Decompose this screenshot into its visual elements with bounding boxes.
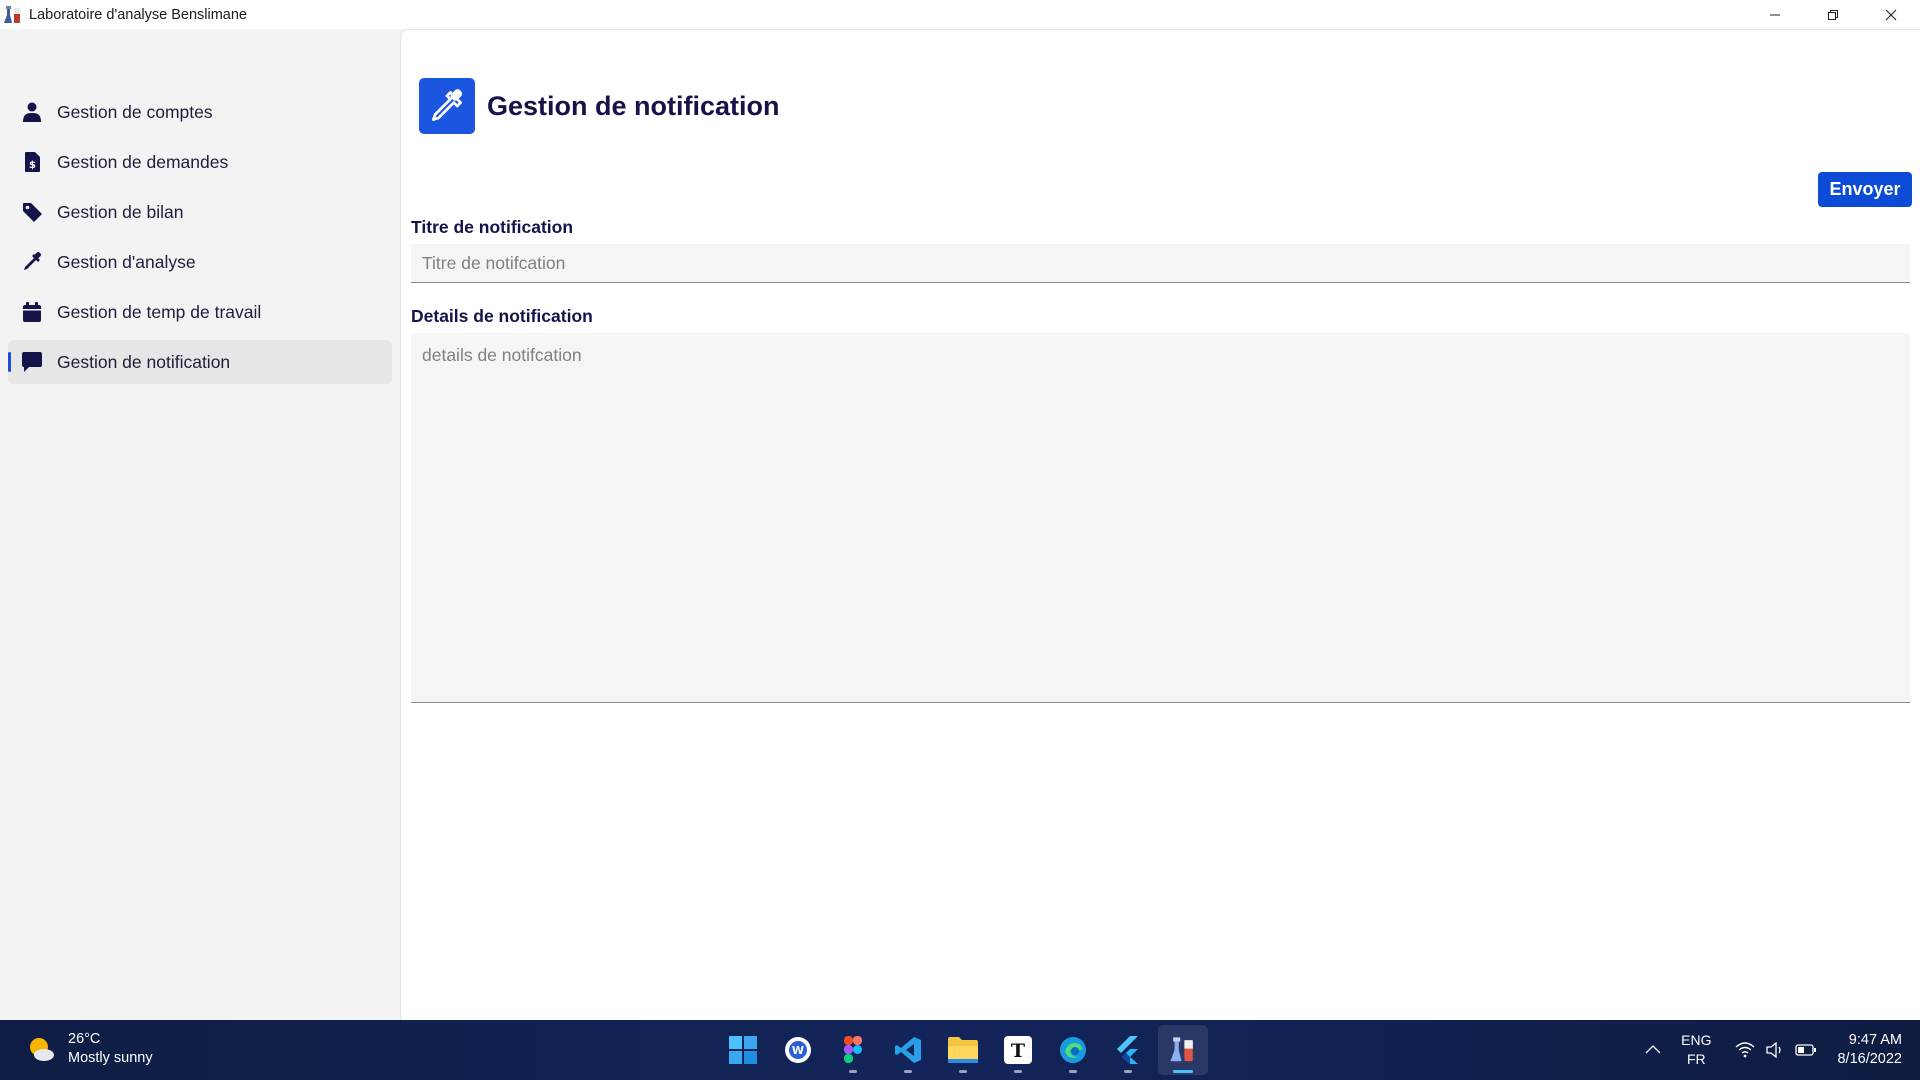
windows-start-button[interactable]: [718, 1025, 768, 1075]
sidebar-item-temp-travail[interactable]: Gestion de temp de travail: [8, 290, 392, 334]
tray-icons[interactable]: [1735, 1042, 1817, 1058]
close-icon: [1885, 9, 1897, 20]
send-button[interactable]: Envoyer: [1818, 172, 1912, 207]
main-content: Gestion de notification Envoyer Titre de…: [400, 29, 1920, 1020]
weather-temp: 26°C: [68, 1031, 101, 1047]
edge-icon: [1060, 1037, 1086, 1063]
sidebar-item-label: Gestion de bilan: [57, 201, 184, 222]
taskbar-word-app[interactable]: W: [773, 1025, 823, 1075]
sidebar-item-bilan[interactable]: Gestion de bilan: [8, 190, 392, 234]
wifi-icon: [1736, 1042, 1755, 1058]
lang-primary: ENG: [1681, 1032, 1712, 1048]
taskbar-typora-app[interactable]: T: [993, 1025, 1043, 1075]
details-field-label: Details de notification: [411, 306, 593, 326]
windows-start-icon: [729, 1036, 757, 1064]
restore-icon: [1828, 9, 1838, 20]
taskbar: 26°C Mostly sunny W T ENG FR 9:47 AM 8/1…: [0, 1020, 1920, 1080]
language-indicator[interactable]: ENG FR: [1681, 1031, 1711, 1069]
restore-button[interactable]: [1804, 0, 1862, 29]
taskbar-apps: W T: [718, 1025, 1213, 1075]
sidebar-item-label: Gestion de demandes: [57, 151, 229, 172]
taskbar-vscode-app[interactable]: [883, 1025, 933, 1075]
lab-app-icon: [3, 5, 23, 25]
chevron-up-icon[interactable]: [1645, 1041, 1661, 1059]
eyedropper-icon: [419, 78, 475, 134]
sidebar-item-notification[interactable]: Gestion de notification: [8, 340, 392, 384]
title-bar: Laboratoire d'analyse Benslimane: [0, 0, 1920, 29]
taskbar-figma-app[interactable]: [828, 1025, 878, 1075]
taskbar-edge-app[interactable]: [1048, 1025, 1098, 1075]
figma-icon: [844, 1036, 862, 1063]
title-input[interactable]: Titre de notifcation: [411, 244, 1910, 283]
svg-text:T: T: [1011, 1040, 1025, 1062]
taskbar-file-explorer-app[interactable]: [938, 1025, 988, 1075]
message-icon: [20, 350, 44, 374]
flutter-icon: [1117, 1036, 1138, 1064]
clock[interactable]: 9:47 AM 8/16/2022: [1837, 1031, 1902, 1069]
minimize-button[interactable]: [1746, 0, 1804, 29]
vscode-icon: [895, 1037, 921, 1063]
volume-icon: [1766, 1042, 1782, 1058]
typora-icon: T: [1004, 1036, 1032, 1064]
taskbar-lab-app[interactable]: [1158, 1025, 1208, 1075]
sun-cloud-icon: [30, 1038, 54, 1061]
page-title: Gestion de notification: [487, 91, 780, 121]
sidebar-item-demandes[interactable]: $ Gestion de demandes: [8, 140, 392, 184]
lab-app-icon: [1170, 1037, 1193, 1062]
lang-secondary: FR: [1686, 1051, 1706, 1067]
sidebar-item-label: Gestion de comptes: [57, 101, 213, 122]
invoice-dollar-icon: $: [20, 150, 44, 174]
sidebar-nav: Gestion de comptes $ Gestion de demandes…: [8, 90, 392, 390]
window-title: Laboratoire d'analyse Benslimane: [29, 6, 247, 23]
minimize-icon: [1770, 14, 1780, 15]
clock-time: 9:47 AM: [1848, 1032, 1902, 1048]
tag-icon: [20, 200, 44, 224]
sidebar-item-label: Gestion d'analyse: [57, 251, 196, 272]
sidebar: Gestion de comptes $ Gestion de demandes…: [0, 29, 400, 1020]
user-icon: [20, 100, 44, 124]
svg-text:W: W: [792, 1044, 804, 1057]
sidebar-item-label: Gestion de notification: [57, 351, 231, 372]
file-explorer-icon: [948, 1037, 978, 1063]
system-tray: ENG FR 9:47 AM 8/16/2022: [1645, 1020, 1920, 1080]
taskbar-flutter-app[interactable]: [1103, 1025, 1153, 1075]
weather-desc: Mostly sunny: [68, 1050, 153, 1066]
clock-date: 8/16/2022: [1837, 1051, 1902, 1067]
weather-widget[interactable]: 26°C Mostly sunny: [26, 1030, 153, 1068]
calendar-icon: [20, 300, 44, 324]
sidebar-item-label: Gestion de temp de travail: [57, 301, 262, 322]
close-button[interactable]: [1862, 0, 1920, 29]
sidebar-item-analyse[interactable]: Gestion d'analyse: [8, 240, 392, 284]
eyedropper-icon: [20, 250, 44, 274]
sidebar-item-comptes[interactable]: Gestion de comptes: [8, 90, 392, 134]
battery-icon: [1795, 1044, 1817, 1056]
title-field-label: Titre de notification: [411, 217, 574, 237]
svg-text:$: $: [29, 160, 36, 171]
details-textarea[interactable]: details de notifcation: [411, 333, 1910, 703]
word-icon: W: [785, 1037, 811, 1063]
